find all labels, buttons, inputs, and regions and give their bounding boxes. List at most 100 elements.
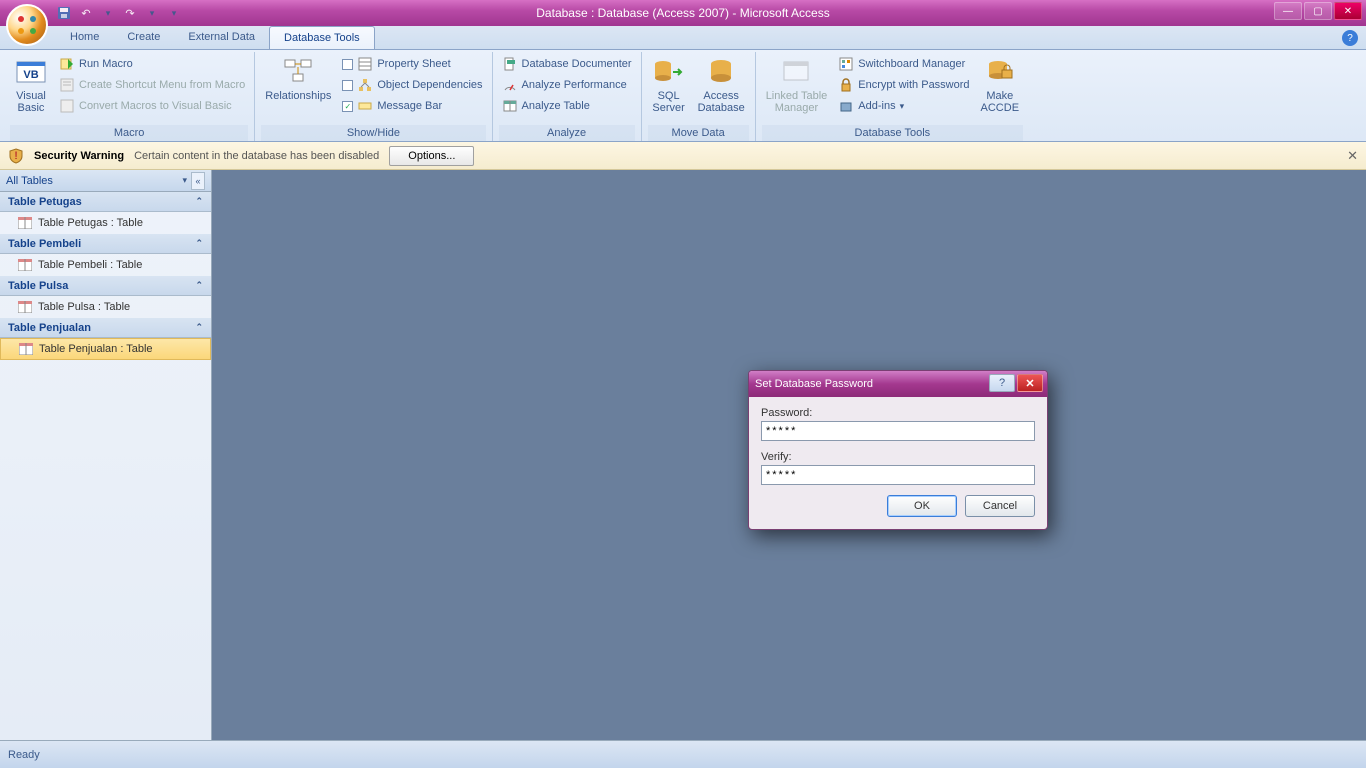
redo-icon[interactable]: ↷ bbox=[122, 5, 138, 21]
analyze-performance-button[interactable]: Analyze Performance bbox=[499, 75, 635, 95]
group-dbtools-label: Database Tools bbox=[762, 125, 1023, 141]
tab-database-tools[interactable]: Database Tools bbox=[269, 26, 375, 49]
security-warning-title: Security Warning bbox=[34, 150, 124, 162]
make-accde-button[interactable]: Make ACCDE bbox=[977, 54, 1024, 125]
dialog-body: Password: Verify: OK Cancel bbox=[749, 397, 1047, 529]
nav-item-pulsa[interactable]: Table Pulsa : Table bbox=[0, 296, 211, 318]
checkbox-checked-icon: ✓ bbox=[342, 101, 353, 112]
navigation-pane-header[interactable]: All Tables ▾ « bbox=[0, 170, 211, 192]
close-button[interactable]: ✕ bbox=[1334, 2, 1362, 20]
nav-dropdown-icon[interactable]: ▾ bbox=[182, 175, 187, 186]
security-options-button[interactable]: Options... bbox=[389, 146, 474, 166]
dialog-cancel-button[interactable]: Cancel bbox=[965, 495, 1035, 517]
svg-text:VB: VB bbox=[23, 69, 38, 81]
group-macro-label: Macro bbox=[10, 125, 248, 141]
group-macro: VB Visual Basic Run Macro Create Shortcu… bbox=[4, 52, 255, 141]
undo-icon[interactable]: ↶ bbox=[78, 5, 94, 21]
qat-customize-icon[interactable]: ▾ bbox=[166, 5, 182, 21]
dialog-password: Set Database Password ? ✕ Password: Veri… bbox=[748, 370, 1048, 530]
verify-label: Verify: bbox=[761, 451, 1035, 463]
table-icon bbox=[19, 343, 33, 355]
security-warning-message: Certain content in the database has been… bbox=[134, 150, 379, 162]
nav-group-pulsa[interactable]: Table Pulsa⌃ bbox=[0, 276, 211, 296]
group-movedata: SQL Server Access Database Move Data bbox=[642, 52, 756, 141]
nav-group-petugas[interactable]: Table Petugas⌃ bbox=[0, 192, 211, 212]
titlebar: ↶ ▾ ↷ ▾ ▾ Database : Database (Access 20… bbox=[0, 0, 1366, 26]
object-dependencies-button[interactable]: Object Dependencies bbox=[339, 75, 485, 95]
window-buttons: — ▢ ✕ bbox=[1274, 2, 1362, 20]
documenter-icon bbox=[502, 56, 518, 72]
visual-basic-button[interactable]: VB Visual Basic bbox=[10, 54, 52, 125]
convert-macros-button: Convert Macros to Visual Basic bbox=[56, 96, 248, 116]
dialog-help-button[interactable]: ? bbox=[989, 374, 1015, 392]
checkbox-icon bbox=[342, 80, 353, 91]
content-area: Set Database Password ? ✕ Password: Veri… bbox=[212, 170, 1366, 740]
dialog-titlebar[interactable]: Set Database Password ? ✕ bbox=[749, 371, 1047, 397]
nav-item-pembeli[interactable]: Table Pembeli : Table bbox=[0, 254, 211, 276]
addins-button[interactable]: Add-ins ▾ bbox=[835, 96, 972, 116]
password-input[interactable] bbox=[761, 421, 1035, 441]
convert-macros-icon bbox=[59, 98, 75, 114]
nav-group-penjualan[interactable]: Table Penjualan⌃ bbox=[0, 318, 211, 338]
visual-basic-label: Visual Basic bbox=[16, 90, 46, 114]
run-macro-button[interactable]: Run Macro bbox=[56, 54, 248, 74]
sql-server-button[interactable]: SQL Server bbox=[648, 54, 690, 125]
security-close-button[interactable]: ✕ bbox=[1347, 148, 1358, 164]
tab-external-data[interactable]: External Data bbox=[174, 26, 269, 49]
nav-group-pembeli[interactable]: Table Pembeli⌃ bbox=[0, 234, 211, 254]
switchboard-icon bbox=[838, 56, 854, 72]
property-sheet-button[interactable]: Property Sheet bbox=[339, 54, 485, 74]
group-showhide: Relationships Property Sheet Object Depe… bbox=[255, 52, 492, 141]
message-bar-icon bbox=[357, 98, 373, 114]
shield-icon: ! bbox=[8, 148, 24, 164]
database-documenter-button[interactable]: Database Documenter bbox=[499, 54, 635, 74]
dialog-ok-button[interactable]: OK bbox=[887, 495, 957, 517]
dialog-title-text: Set Database Password bbox=[755, 378, 873, 390]
checkbox-icon bbox=[342, 59, 353, 70]
table-icon bbox=[18, 301, 32, 313]
table-icon bbox=[18, 217, 32, 229]
message-bar-button[interactable]: ✓Message Bar bbox=[339, 96, 485, 116]
tab-create[interactable]: Create bbox=[113, 26, 174, 49]
maximize-button[interactable]: ▢ bbox=[1304, 2, 1332, 20]
verify-input[interactable] bbox=[761, 465, 1035, 485]
switchboard-manager-button[interactable]: Switchboard Manager bbox=[835, 54, 972, 74]
collapse-icon: ⌃ bbox=[195, 196, 203, 207]
nav-item-penjualan[interactable]: Table Penjualan : Table bbox=[0, 338, 211, 360]
password-label: Password: bbox=[761, 407, 1035, 419]
security-warning-bar: ! Security Warning Certain content in th… bbox=[0, 142, 1366, 170]
object-dependencies-icon bbox=[357, 77, 373, 93]
property-sheet-icon bbox=[357, 56, 373, 72]
quick-access-toolbar: ↶ ▾ ↷ ▾ ▾ bbox=[56, 5, 182, 21]
group-dbtools: Linked Table Manager Switchboard Manager… bbox=[756, 52, 1029, 141]
ribbon-tabs: Home Create External Data Database Tools… bbox=[0, 26, 1366, 50]
minimize-button[interactable]: — bbox=[1274, 2, 1302, 20]
undo-dropdown-icon[interactable]: ▾ bbox=[100, 5, 116, 21]
dialog-close-button[interactable]: ✕ bbox=[1017, 374, 1043, 392]
redo-dropdown-icon[interactable]: ▾ bbox=[144, 5, 160, 21]
linked-table-manager-button: Linked Table Manager bbox=[762, 54, 832, 125]
encrypt-icon bbox=[838, 77, 854, 93]
nav-collapse-button[interactable]: « bbox=[191, 172, 205, 190]
svg-text:!: ! bbox=[14, 150, 17, 162]
shortcut-menu-icon bbox=[59, 77, 75, 93]
status-ready: Ready bbox=[8, 749, 40, 761]
group-analyze-label: Analyze bbox=[499, 125, 635, 141]
office-button[interactable] bbox=[6, 4, 48, 46]
nav-item-petugas[interactable]: Table Petugas : Table bbox=[0, 212, 211, 234]
table-icon bbox=[18, 259, 32, 271]
create-shortcut-menu-button: Create Shortcut Menu from Macro bbox=[56, 75, 248, 95]
relationships-button[interactable]: Relationships bbox=[261, 54, 335, 125]
help-button[interactable]: ? bbox=[1342, 30, 1358, 46]
dropdown-icon: ▾ bbox=[900, 101, 905, 112]
navigation-pane: All Tables ▾ « Table Petugas⌃ Table Petu… bbox=[0, 170, 212, 740]
encrypt-password-button[interactable]: Encrypt with Password bbox=[835, 75, 972, 95]
addins-icon bbox=[838, 98, 854, 114]
collapse-icon: ⌃ bbox=[195, 238, 203, 249]
access-database-button[interactable]: Access Database bbox=[694, 54, 749, 125]
collapse-icon: ⌃ bbox=[195, 322, 203, 333]
relationships-icon bbox=[282, 56, 314, 88]
tab-home[interactable]: Home bbox=[56, 26, 113, 49]
analyze-table-button[interactable]: Analyze Table bbox=[499, 96, 635, 116]
save-icon[interactable] bbox=[56, 5, 72, 21]
